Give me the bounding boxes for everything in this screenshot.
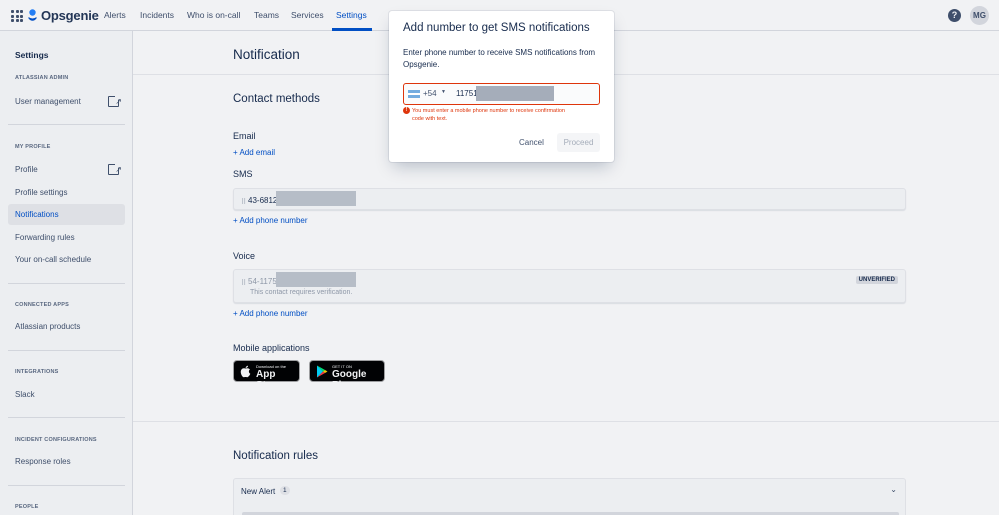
- dialog-title: Add number to get SMS notifications: [403, 22, 590, 34]
- error-icon: !: [403, 107, 410, 114]
- argentina-flag-icon[interactable]: [408, 90, 420, 98]
- validation-error-message: You must enter a mobile phone number to …: [412, 108, 565, 122]
- add-sms-number-dialog: Add number to get SMS notifications Ente…: [389, 11, 614, 162]
- redacted-block: [476, 86, 554, 101]
- dialog-description: Enter phone number to receive SMS notifi…: [403, 48, 596, 69]
- cancel-button[interactable]: Cancel: [513, 136, 550, 149]
- phone-number-field[interactable]: +54 ▼ 11751: [403, 83, 600, 105]
- phone-number-input[interactable]: 11751: [456, 89, 478, 98]
- country-code-select[interactable]: +54: [423, 89, 437, 98]
- chevron-down-icon[interactable]: ▼: [441, 89, 446, 95]
- proceed-button[interactable]: Proceed: [557, 133, 600, 152]
